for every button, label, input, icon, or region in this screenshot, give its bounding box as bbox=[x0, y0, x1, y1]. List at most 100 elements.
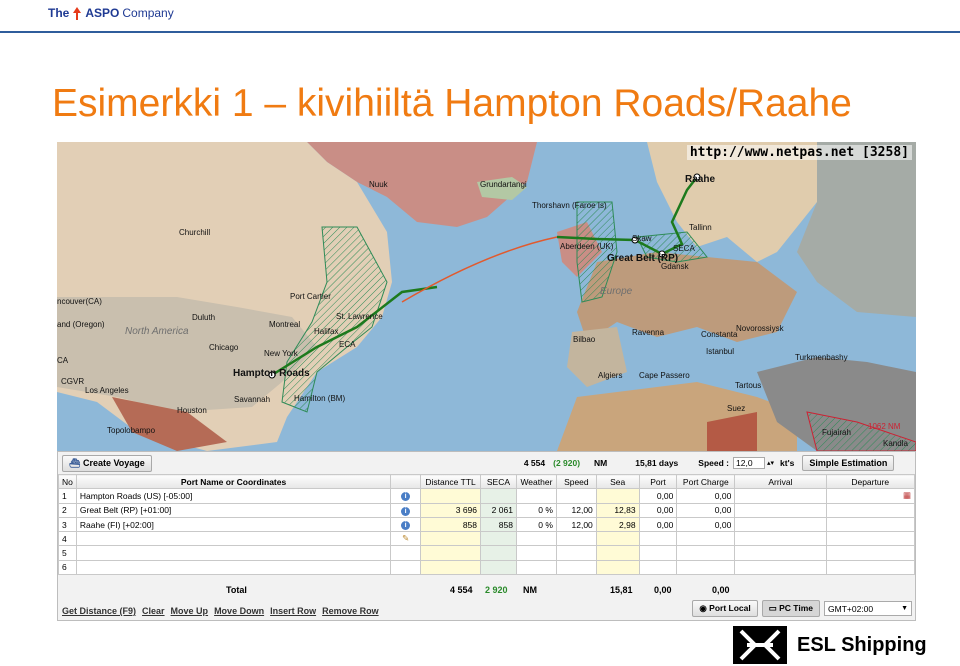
table-row[interactable]: 3 Raahe (FI) [+02:00] i 858 858 0 % 12,0… bbox=[58, 516, 915, 533]
row-arrival[interactable] bbox=[734, 559, 827, 576]
row-port-charge[interactable]: 0,00 bbox=[676, 502, 736, 518]
insert-row-link[interactable]: Insert Row bbox=[270, 606, 316, 616]
row-sea[interactable] bbox=[595, 545, 640, 561]
row-port-charge[interactable] bbox=[676, 545, 736, 561]
pc-time-toggle[interactable]: ▭ PC Time bbox=[761, 600, 820, 617]
row-weather[interactable] bbox=[515, 559, 557, 576]
row-distance[interactable] bbox=[420, 531, 482, 547]
row-port[interactable]: Great Belt (RP) [+01:00] bbox=[75, 502, 392, 518]
row-port-days[interactable]: 0,00 bbox=[638, 502, 678, 518]
port-local-toggle[interactable]: ◉ Port Local bbox=[692, 600, 758, 617]
row-distance[interactable] bbox=[420, 488, 482, 504]
speed-input[interactable]: 12,0 bbox=[733, 457, 765, 469]
route-map[interactable]: http://www.netpas.net [3258] Nuuk Grunda… bbox=[57, 142, 916, 451]
create-voyage-button[interactable]: ⛴ Create Voyage bbox=[62, 454, 152, 472]
row-arrival[interactable] bbox=[734, 531, 827, 547]
info-icon[interactable]: i bbox=[390, 502, 422, 518]
row-distance[interactable]: 3 696 bbox=[420, 502, 482, 518]
row-seca[interactable]: 858 bbox=[480, 516, 517, 533]
col-header-port[interactable]: Port Name or Coordinates bbox=[75, 473, 392, 490]
row-seca[interactable]: 2 061 bbox=[480, 502, 517, 518]
netpas-url[interactable]: http://www.netpas.net [3258] bbox=[686, 145, 912, 160]
speed-spinner-icon[interactable]: ▴▾ bbox=[767, 459, 774, 467]
table-row[interactable]: 4 ✎ bbox=[58, 531, 915, 547]
row-port[interactable] bbox=[75, 559, 392, 576]
col-header-speed[interactable]: Speed bbox=[555, 473, 597, 490]
row-seca[interactable] bbox=[480, 559, 517, 576]
row-info[interactable] bbox=[390, 559, 422, 576]
row-sea[interactable]: 2,98 bbox=[595, 516, 640, 533]
row-speed[interactable] bbox=[555, 559, 597, 576]
row-port[interactable] bbox=[75, 545, 392, 561]
row-port-days[interactable] bbox=[638, 559, 678, 576]
info-icon[interactable]: i bbox=[390, 516, 422, 533]
row-arrival[interactable] bbox=[734, 502, 827, 518]
row-departure[interactable] bbox=[825, 545, 915, 561]
row-speed[interactable] bbox=[555, 531, 597, 547]
row-port-days[interactable] bbox=[638, 545, 678, 561]
row-info[interactable] bbox=[390, 545, 422, 561]
pencil-icon[interactable]: ✎ bbox=[390, 531, 422, 547]
row-sea[interactable] bbox=[595, 488, 640, 504]
row-sea[interactable] bbox=[595, 559, 640, 576]
row-departure[interactable] bbox=[825, 502, 915, 518]
col-header-seca[interactable]: SECA bbox=[480, 473, 517, 490]
row-port[interactable]: Raahe (FI) [+02:00] bbox=[75, 516, 392, 533]
row-port[interactable]: Hampton Roads (US) [-05:00] bbox=[75, 488, 392, 504]
remove-row-link[interactable]: Remove Row bbox=[322, 606, 379, 616]
row-arrival[interactable] bbox=[734, 516, 827, 533]
north-africa-shape bbox=[557, 382, 797, 451]
table-row[interactable]: 6 bbox=[58, 559, 915, 576]
row-seca[interactable] bbox=[480, 488, 517, 504]
col-header-port-charge[interactable]: Port Charge bbox=[676, 473, 736, 490]
table-row[interactable]: 2 Great Belt (RP) [+01:00] i 3 696 2 061… bbox=[58, 502, 915, 518]
row-weather[interactable] bbox=[515, 545, 557, 561]
col-header-info[interactable] bbox=[390, 473, 422, 490]
col-header-sea[interactable]: Sea bbox=[595, 473, 640, 490]
row-speed[interactable]: 12,00 bbox=[555, 502, 597, 518]
row-speed[interactable] bbox=[555, 488, 597, 504]
row-departure[interactable] bbox=[825, 516, 915, 533]
timezone-select[interactable]: GMT+02:00 ▼ bbox=[824, 601, 912, 616]
row-distance[interactable] bbox=[420, 559, 482, 576]
table-row[interactable]: 1 Hampton Roads (US) [-05:00] i 0,00 0,0… bbox=[58, 488, 915, 504]
row-weather[interactable] bbox=[515, 531, 557, 547]
row-weather[interactable] bbox=[515, 488, 557, 504]
move-down-link[interactable]: Move Down bbox=[214, 606, 264, 616]
col-header-weather[interactable]: Weather bbox=[515, 473, 557, 490]
table-row[interactable]: 5 bbox=[58, 545, 915, 561]
col-header-departure[interactable]: Departure bbox=[825, 473, 915, 490]
row-port[interactable] bbox=[75, 531, 392, 547]
row-port-days[interactable]: 0,00 bbox=[638, 488, 678, 504]
row-sea[interactable] bbox=[595, 531, 640, 547]
col-header-no[interactable]: No bbox=[58, 473, 77, 490]
row-weather[interactable]: 0 % bbox=[515, 502, 557, 518]
row-distance[interactable] bbox=[420, 545, 482, 561]
get-distance-link[interactable]: Get Distance (F9) bbox=[62, 606, 136, 616]
simple-estimation-button[interactable]: Simple Estimation bbox=[802, 455, 895, 471]
row-speed[interactable]: 12,00 bbox=[555, 516, 597, 533]
col-header-distance[interactable]: Distance TTL bbox=[420, 473, 482, 490]
info-icon[interactable]: i bbox=[390, 488, 422, 504]
row-speed[interactable] bbox=[555, 545, 597, 561]
row-port-charge[interactable]: 0,00 bbox=[676, 488, 736, 504]
row-sea[interactable]: 12,83 bbox=[595, 502, 640, 518]
row-port-charge[interactable] bbox=[676, 559, 736, 576]
calendar-icon[interactable]: ▦ bbox=[825, 488, 915, 504]
col-header-port-days[interactable]: Port bbox=[638, 473, 678, 490]
col-header-arrival[interactable]: Arrival bbox=[734, 473, 827, 490]
row-arrival[interactable] bbox=[734, 488, 827, 504]
row-departure[interactable] bbox=[825, 531, 915, 547]
row-port-days[interactable]: 0,00 bbox=[638, 516, 678, 533]
row-weather[interactable]: 0 % bbox=[515, 516, 557, 533]
row-seca[interactable] bbox=[480, 545, 517, 561]
clear-link[interactable]: Clear bbox=[142, 606, 165, 616]
row-departure[interactable] bbox=[825, 559, 915, 576]
row-distance[interactable]: 858 bbox=[420, 516, 482, 533]
row-port-charge[interactable] bbox=[676, 531, 736, 547]
row-seca[interactable] bbox=[480, 531, 517, 547]
move-up-link[interactable]: Move Up bbox=[171, 606, 209, 616]
row-arrival[interactable] bbox=[734, 545, 827, 561]
row-port-charge[interactable]: 0,00 bbox=[676, 516, 736, 533]
row-port-days[interactable] bbox=[638, 531, 678, 547]
